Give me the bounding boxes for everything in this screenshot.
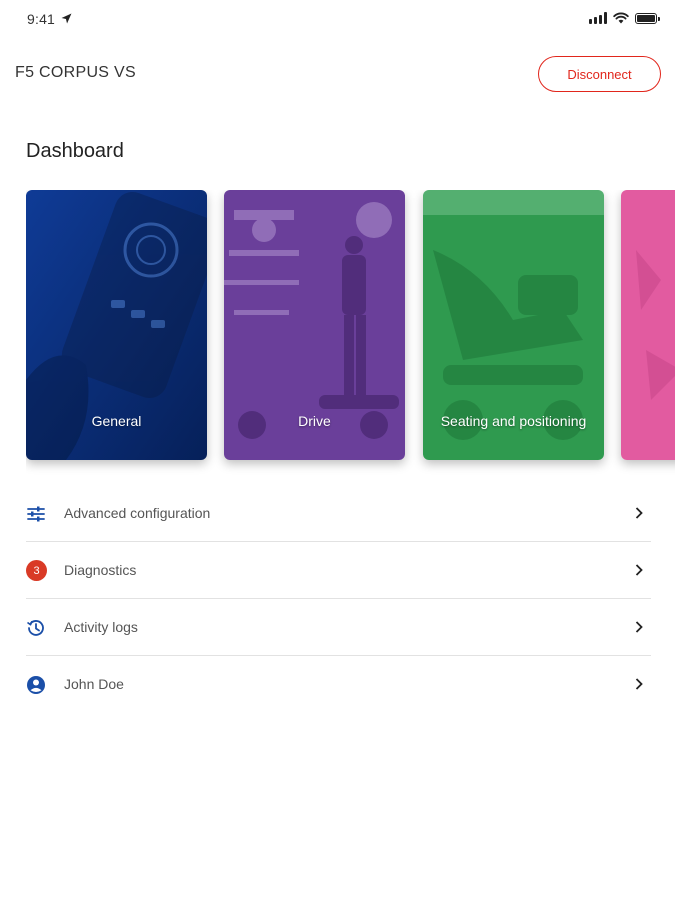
menu-item-advanced-configuration[interactable]: Advanced configuration bbox=[26, 485, 651, 542]
battery-icon bbox=[635, 12, 660, 24]
status-time: 9:41 bbox=[27, 11, 56, 27]
menu-label: Activity logs bbox=[64, 619, 138, 635]
chevron-right-icon bbox=[635, 678, 643, 690]
status-indicators bbox=[589, 12, 660, 24]
chevron-right-icon bbox=[635, 564, 643, 576]
device-name: F5 CORPUS VS bbox=[15, 64, 136, 81]
cellular-signal-icon bbox=[589, 12, 607, 24]
card-label: General bbox=[91, 413, 142, 429]
menu-item-user-profile[interactable]: John Doe bbox=[26, 656, 651, 713]
menu-label: Advanced configuration bbox=[64, 505, 211, 521]
wifi-icon bbox=[613, 12, 629, 24]
menu-label: John Doe bbox=[64, 676, 124, 692]
status-bar: 9:41 bbox=[0, 0, 675, 40]
history-icon bbox=[27, 620, 44, 636]
menu-list: Advanced configuration 3 Diagnostics Act… bbox=[26, 485, 651, 713]
partial-card-image bbox=[621, 190, 675, 460]
card-partial[interactable] bbox=[621, 190, 675, 460]
card-general[interactable]: General bbox=[26, 190, 207, 460]
menu-item-activity-logs[interactable]: Activity logs bbox=[26, 599, 651, 656]
diagnostics-count-badge: 3 bbox=[26, 560, 47, 581]
account-circle-icon bbox=[27, 676, 45, 694]
disconnect-button[interactable]: Disconnect bbox=[538, 56, 661, 92]
menu-label: Diagnostics bbox=[64, 562, 137, 578]
card-label: Drive bbox=[298, 413, 331, 429]
chevron-right-icon bbox=[635, 621, 643, 633]
menu-item-diagnostics[interactable]: 3 Diagnostics bbox=[26, 542, 651, 599]
card-seating-and-positioning[interactable]: Seating and positioning bbox=[423, 190, 604, 460]
dashboard-cards-carousel[interactable]: General Drive Seating and positioning bbox=[26, 190, 675, 480]
page-title: Dashboard bbox=[26, 140, 124, 162]
sliders-icon bbox=[27, 506, 45, 522]
card-label: Seating and positioning bbox=[440, 413, 587, 429]
location-arrow-icon bbox=[61, 13, 72, 24]
chevron-right-icon bbox=[635, 507, 643, 519]
card-drive[interactable]: Drive bbox=[224, 190, 405, 460]
